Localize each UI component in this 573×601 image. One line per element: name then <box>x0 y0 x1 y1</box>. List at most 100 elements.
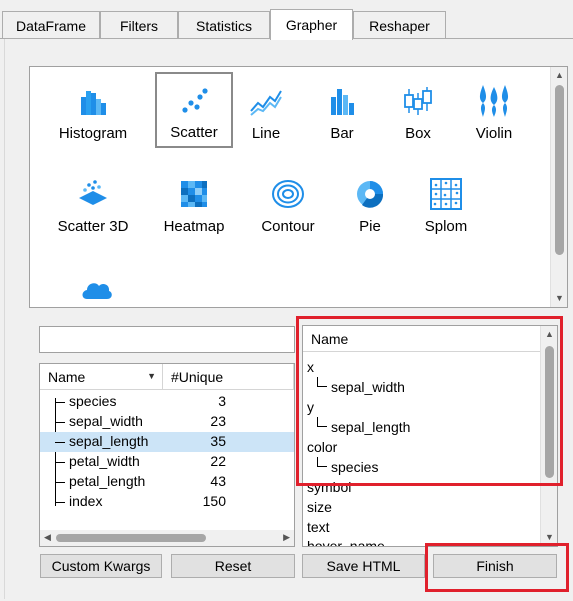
chart-type-label: Heatmap <box>163 218 225 235</box>
heatmap-icon <box>181 181 207 207</box>
splom-icon <box>430 178 462 210</box>
row-unique-count: 43 <box>210 473 226 489</box>
mapping-child-value[interactable]: species <box>331 459 378 475</box>
mapping-item-hover-name[interactable]: hover_name <box>307 538 385 546</box>
tree-branch <box>317 386 327 387</box>
sort-dropdown-icon[interactable]: ▼ <box>147 371 156 381</box>
violin-plot-icon <box>479 85 509 117</box>
mapping-item-symbol[interactable]: symbol <box>307 479 351 495</box>
table-row-selected[interactable]: sepal_length 35 <box>40 432 294 452</box>
pie-chart-icon <box>357 181 384 208</box>
box-plot-icon <box>404 87 432 115</box>
table-row[interactable]: species 3 <box>40 392 294 412</box>
table-row[interactable]: index 150 <box>40 492 294 512</box>
chart-type-scatter[interactable]: Scatter <box>155 72 233 148</box>
chart-type-pie[interactable]: Pie <box>331 166 409 242</box>
columns-table: Name ▼ #Unique species 3 sepal_width 23 … <box>39 363 295 547</box>
line-chart-icon <box>250 90 282 116</box>
column-header-unique[interactable]: #Unique <box>163 364 294 390</box>
tree-branch <box>55 442 65 443</box>
tree-branch <box>55 462 65 463</box>
row-name: species <box>69 393 117 409</box>
mapping-item-color[interactable]: color <box>307 439 337 455</box>
reset-button[interactable]: Reset <box>171 554 295 578</box>
tab-filters[interactable]: Filters <box>100 11 178 39</box>
tree-branch <box>55 402 65 403</box>
chart-type-label: Splom <box>424 218 468 235</box>
column-filter-input[interactable] <box>39 326 295 353</box>
gallery-scrollbar[interactable]: ▲ ▼ <box>550 67 567 307</box>
row-name: petal_width <box>69 453 140 469</box>
table-row[interactable]: sepal_width 23 <box>40 412 294 432</box>
chart-type-scatter-3d[interactable]: Scatter 3D <box>54 166 132 242</box>
tab-bar: DataFrame Filters Statistics Grapher Res… <box>0 9 573 40</box>
tree-branch <box>55 502 65 503</box>
chart-type-label: Scatter <box>170 124 218 141</box>
button-label: Finish <box>476 558 514 574</box>
tab-statistics[interactable]: Statistics <box>178 11 270 39</box>
tab-reshaper[interactable]: Reshaper <box>353 11 446 39</box>
tab-grapher[interactable]: Grapher <box>270 9 353 40</box>
scroll-down-arrow-icon[interactable]: ▼ <box>544 532 555 543</box>
column-header-name[interactable]: Name ▼ <box>40 364 163 390</box>
save-html-button[interactable]: Save HTML <box>302 554 425 578</box>
chart-type-contour[interactable]: Contour <box>249 166 327 242</box>
custom-kwargs-button[interactable]: Custom Kwargs <box>40 554 162 578</box>
contour-icon <box>272 180 304 208</box>
finish-button[interactable]: Finish <box>433 554 557 578</box>
mapping-item-text[interactable]: text <box>307 519 330 535</box>
chart-type-bar[interactable]: Bar <box>303 73 381 149</box>
tree-branch <box>317 466 327 467</box>
cloud-icon <box>82 283 112 299</box>
row-unique-count: 3 <box>218 393 226 409</box>
scroll-up-arrow-icon[interactable]: ▲ <box>544 329 555 340</box>
tab-dataframe[interactable]: DataFrame <box>2 11 100 39</box>
table-row[interactable]: petal_width 22 <box>40 452 294 472</box>
tree-branch <box>55 482 65 483</box>
header-label: Name <box>311 330 349 347</box>
chart-type-heatmap[interactable]: Heatmap <box>155 166 233 242</box>
chart-type-histogram[interactable]: Histogram <box>54 73 132 149</box>
scrollbar-thumb[interactable] <box>56 534 206 542</box>
chart-type-label: Bar <box>330 125 354 142</box>
chart-type-box[interactable]: Box <box>379 73 457 149</box>
tab-label: DataFrame <box>15 17 87 34</box>
scroll-up-arrow-icon[interactable]: ▲ <box>554 70 565 81</box>
bar-chart-icon <box>331 89 354 115</box>
row-unique-count: 23 <box>210 413 226 429</box>
button-label: Save HTML <box>326 558 401 574</box>
mapping-item-size[interactable]: size <box>307 499 332 515</box>
scatter-icon <box>182 88 208 113</box>
scrollbar-thumb[interactable] <box>555 85 564 255</box>
mapping-scrollbar[interactable]: ▲ ▼ <box>540 326 557 546</box>
tab-label: Statistics <box>195 17 252 34</box>
tab-label: Filters <box>119 17 159 34</box>
scroll-down-arrow-icon[interactable]: ▼ <box>554 293 565 304</box>
scroll-right-arrow-icon[interactable]: ▶ <box>283 532 290 543</box>
histogram-icon <box>81 91 106 115</box>
chart-type-label: Line <box>251 125 281 142</box>
mapping-header-name[interactable]: Name <box>303 326 541 352</box>
row-name: sepal_width <box>69 413 143 429</box>
mapping-item-y[interactable]: y <box>307 399 314 415</box>
row-name: index <box>69 493 103 509</box>
scroll-left-arrow-icon[interactable]: ◀ <box>44 532 51 543</box>
chart-type-label: Pie <box>359 218 381 235</box>
scrollbar-thumb[interactable] <box>545 346 554 478</box>
chart-type-splom[interactable]: Splom <box>407 166 485 242</box>
mapping-child-value[interactable]: sepal_length <box>331 419 410 435</box>
table-row[interactable]: petal_length 43 <box>40 472 294 492</box>
mapping-item-x[interactable]: x <box>307 359 314 375</box>
axis-mapping-table: Name x sepal_width y sepal_length color … <box>302 325 558 547</box>
tab-label: Grapher <box>285 17 338 33</box>
chart-type-line[interactable]: Line <box>227 73 305 149</box>
header-label: #Unique <box>171 368 224 385</box>
chart-type-cloud[interactable] <box>57 259 135 335</box>
columns-horizontal-scrollbar[interactable]: ◀ ▶ <box>40 530 294 546</box>
row-unique-count: 22 <box>210 453 226 469</box>
row-unique-count: 150 <box>202 493 226 509</box>
mapping-child-value[interactable]: sepal_width <box>331 379 405 395</box>
chart-type-label: Scatter 3D <box>57 218 129 235</box>
tree-branch <box>55 422 65 423</box>
chart-type-violin[interactable]: Violin <box>455 73 533 149</box>
